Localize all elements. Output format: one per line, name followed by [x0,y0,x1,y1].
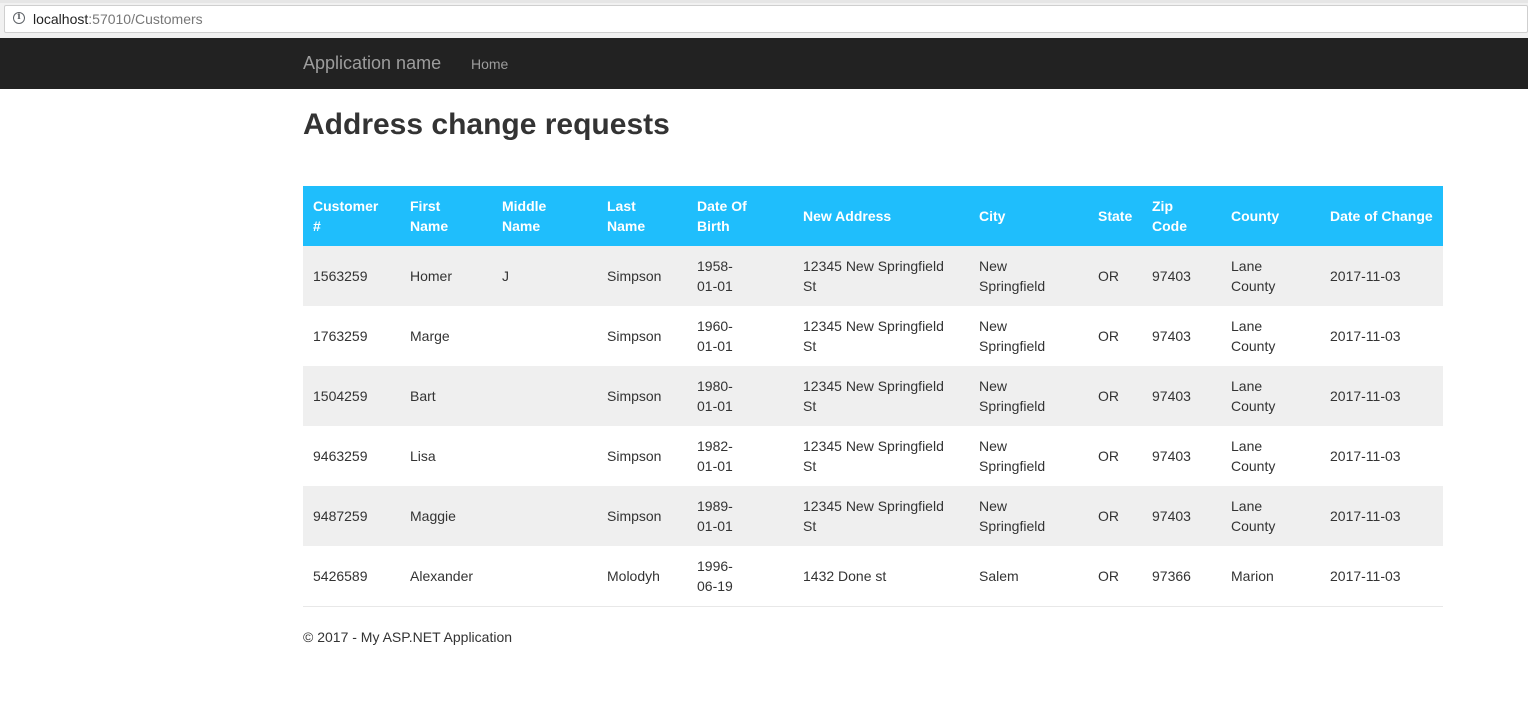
cell-state: OR [1088,546,1142,606]
cell-zip-code: 97403 [1142,486,1221,546]
browser-address-bar: i localhost:57010/Customers [0,0,1528,38]
cell-customer-number: 9487259 [303,486,400,546]
cell-date-of-change: 2017-11-03 [1320,306,1443,366]
cell-customer-number: 5426589 [303,546,400,606]
cell-date-of-change: 2017-11-03 [1320,366,1443,426]
header-new-address: New Address [793,186,969,246]
browser-top-edge [0,0,1528,3]
cell-last-name: Simpson [597,246,687,306]
cell-first-name: Maggie [400,486,492,546]
header-state: State [1088,186,1142,246]
cell-zip-code: 97366 [1142,546,1221,606]
cell-first-name: Homer [400,246,492,306]
table-row: 9463259 Lisa Simpson 1982-01-01 12345 New Sp… [303,426,1443,486]
cell-last-name: Simpson [597,306,687,366]
footer-divider [303,606,1443,607]
table-header-row: Customer # First Name Middle Name Last N… [303,186,1443,246]
cell-last-name: Simpson [597,486,687,546]
cell-new-address: 12345 New Springfield St [793,366,969,426]
cell-new-address: 12345 New Springfield St [793,486,969,546]
cell-date-of-change: 2017-11-03 [1320,426,1443,486]
cell-date-of-birth: 1996-06-19 [687,546,793,606]
cell-middle-name [492,486,597,546]
header-zip-code: Zip Code [1142,186,1221,246]
header-middle-name: Middle Name [492,186,597,246]
cell-last-name: Simpson [597,426,687,486]
cell-middle-name [492,426,597,486]
cell-zip-code: 97403 [1142,426,1221,486]
cell-county: Lane County [1221,306,1320,366]
cell-date-of-birth: 1982-01-01 [687,426,793,486]
cell-county: Lane County [1221,486,1320,546]
cell-middle-name [492,306,597,366]
url-path: :57010/Customers [88,11,203,27]
cell-new-address: 12345 New Springfield St [793,246,969,306]
cell-state: OR [1088,426,1142,486]
cell-date-of-change: 2017-11-03 [1320,546,1443,606]
cell-state: OR [1088,246,1142,306]
cell-new-address: 1432 Done st [793,546,969,606]
cell-city: New Springfield [969,426,1088,486]
cell-customer-number: 1763259 [303,306,400,366]
header-county: County [1221,186,1320,246]
cell-date-of-birth: 1958-01-01 [687,246,793,306]
url-text[interactable]: localhost:57010/Customers [33,11,203,27]
table-row: 5426589 Alexander Molodyh 1996-06-19 1432 Do… [303,546,1443,606]
table-row: 9487259 Maggie Simpson 1989-01-01 12345 New … [303,486,1443,546]
table-body: 1563259 Homer J Simpson 1958-01-01 12345 New … [303,246,1443,606]
url-field[interactable]: i localhost:57010/Customers [4,5,1528,33]
header-last-name: Last Name [597,186,687,246]
cell-zip-code: 97403 [1142,366,1221,426]
cell-first-name: Alexander [400,546,492,606]
cell-county: Marion [1221,546,1320,606]
footer-copyright: © 2017 - My ASP.NET Application [303,629,513,645]
header-date-of-change: Date of Change [1320,186,1443,246]
cell-date-of-birth: 1980-01-01 [687,366,793,426]
customers-table: Customer # First Name Middle Name Last N… [303,186,1443,606]
top-navbar: Application name Home [0,38,1528,89]
cell-county: Lane County [1221,246,1320,306]
cell-middle-name: J [492,246,597,306]
cell-first-name: Bart [400,366,492,426]
cell-city: New Springfield [969,486,1088,546]
app-brand-link[interactable]: Application name [303,52,441,74]
cell-date-of-birth: 1989-01-01 [687,486,793,546]
cell-county: Lane County [1221,366,1320,426]
cell-middle-name [492,366,597,426]
header-city: City [969,186,1088,246]
cell-last-name: Molodyh [597,546,687,606]
cell-city: Salem [969,546,1088,606]
cell-state: OR [1088,366,1142,426]
cell-customer-number: 1504259 [303,366,400,426]
header-customer-number: Customer # [303,186,400,246]
cell-state: OR [1088,486,1142,546]
cell-middle-name [492,546,597,606]
header-date-of-birth: Date Of Birth [687,186,793,246]
cell-city: New Springfield [969,306,1088,366]
table-row: 1763259 Marge Simpson 1960-01-01 12345 New S… [303,306,1443,366]
cell-last-name: Simpson [597,366,687,426]
cell-date-of-change: 2017-11-03 [1320,246,1443,306]
nav-link-home[interactable]: Home [471,55,508,73]
cell-customer-number: 9463259 [303,426,400,486]
url-host: localhost [33,11,89,27]
table-row: 1504259 Bart Simpson 1980-01-01 12345 New Sp… [303,366,1443,426]
cell-customer-number: 1563259 [303,246,400,306]
header-first-name: First Name [400,186,492,246]
cell-city: New Springfield [969,246,1088,306]
cell-date-of-birth: 1960-01-01 [687,306,793,366]
cell-first-name: Marge [400,306,492,366]
cell-zip-code: 97403 [1142,246,1221,306]
cell-city: New Springfield [969,366,1088,426]
table-row: 1563259 Homer J Simpson 1958-01-01 12345 New … [303,246,1443,306]
page-title: Address change requests [303,108,670,141]
cell-county: Lane County [1221,426,1320,486]
cell-new-address: 12345 New Springfield St [793,426,969,486]
cell-new-address: 12345 New Springfield St [793,306,969,366]
cell-state: OR [1088,306,1142,366]
cell-date-of-change: 2017-11-03 [1320,486,1443,546]
cell-first-name: Lisa [400,426,492,486]
info-icon[interactable]: i [13,12,25,24]
cell-zip-code: 97403 [1142,306,1221,366]
